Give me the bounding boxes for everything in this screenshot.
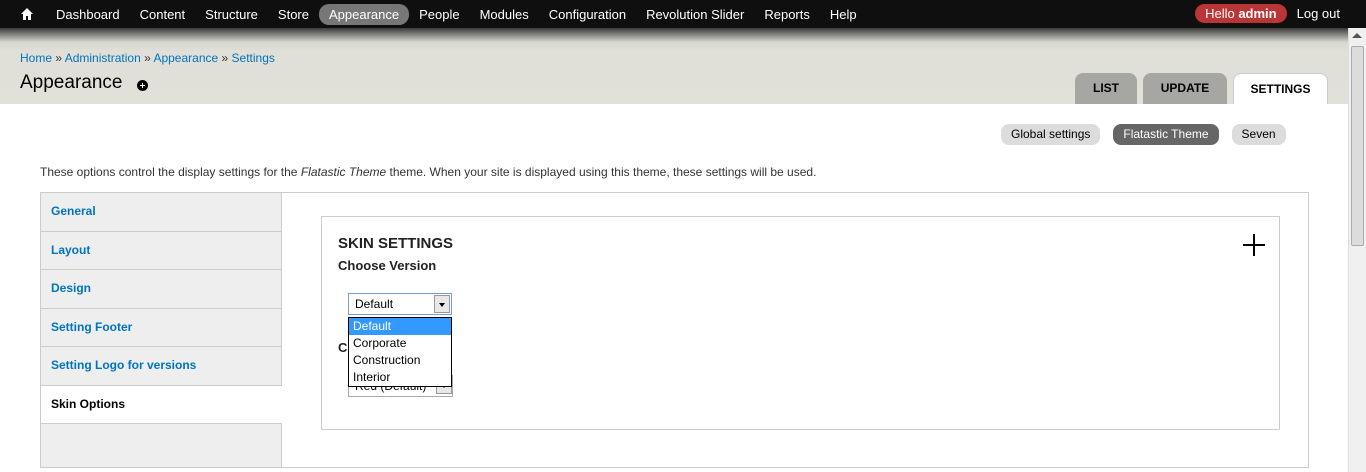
breadcrumb-home[interactable]: Home	[20, 51, 52, 65]
logout-link[interactable]: Log out	[1297, 6, 1340, 21]
version-select-value: Default	[355, 297, 394, 311]
breadcrumb: Home » Administration » Appearance » Set…	[20, 51, 275, 65]
dropdown-option-default[interactable]: Default	[349, 318, 451, 335]
vertical-tab-general[interactable]: General	[41, 193, 281, 232]
tab-update[interactable]: UPDATE	[1143, 73, 1227, 104]
toolbar-user-area: Hello admin Log out	[1195, 4, 1340, 23]
tab-list[interactable]: LIST	[1075, 73, 1137, 104]
secondary-tab-seven[interactable]: Seven	[1231, 124, 1286, 145]
greeting-prefix: Hello	[1205, 6, 1235, 21]
toolbar-item-structure[interactable]: Structure	[195, 4, 268, 25]
vertical-tabs: General Layout Design Setting Footer Set…	[40, 192, 1309, 468]
add-shortcut-icon[interactable]	[137, 80, 148, 91]
vertical-tab-skin-options[interactable]: Skin Options	[41, 385, 282, 424]
intro-text: These options control the display settin…	[40, 165, 816, 179]
admin-toolbar: Dashboard Content Structure Store Appear…	[0, 0, 1366, 28]
secondary-tab-flatastic-theme[interactable]: Flatastic Theme	[1113, 124, 1219, 145]
dropdown-option-interior[interactable]: Interior	[349, 369, 451, 386]
version-select[interactable]: Default	[348, 293, 452, 315]
choose-version-label: Choose Version	[338, 258, 437, 273]
vertical-tabs-list: General Layout Design Setting Footer Set…	[41, 193, 282, 467]
breadcrumb-appearance[interactable]: Appearance	[153, 51, 218, 65]
intro-theme-name: Flatastic Theme	[300, 165, 387, 179]
toolbar-item-store[interactable]: Store	[268, 4, 319, 25]
vertical-tab-setting-logo[interactable]: Setting Logo for versions	[41, 347, 281, 386]
toolbar-item-reports[interactable]: Reports	[754, 4, 820, 25]
version-dropdown-list: Default Corporate Construction Interior	[348, 317, 452, 387]
home-icon[interactable]	[20, 7, 34, 21]
breadcrumb-separator: »	[144, 51, 151, 65]
toolbar-item-content[interactable]: Content	[130, 4, 196, 25]
page-scrollbar[interactable]	[1348, 28, 1366, 472]
toolbar-item-revolution-slider[interactable]: Revolution Slider	[636, 4, 754, 25]
breadcrumb-separator: »	[221, 51, 229, 65]
vertical-tab-layout[interactable]: Layout	[41, 232, 281, 270]
secondary-tab-global-settings[interactable]: Global settings	[1001, 124, 1101, 145]
vertical-tab-setting-footer[interactable]: Setting Footer	[41, 309, 281, 347]
secondary-tabs: Global settings Flatastic Theme Seven	[1001, 124, 1299, 145]
dropdown-option-construction[interactable]: Construction	[349, 352, 451, 369]
fieldset-title[interactable]: SKIN SETTINGS	[338, 235, 453, 252]
breadcrumb-settings[interactable]: Settings	[232, 51, 275, 65]
tab-settings[interactable]: SETTINGS	[1233, 73, 1328, 104]
page-title: Appearance	[20, 72, 123, 93]
vertical-tab-design[interactable]: Design	[41, 270, 281, 309]
toolbar-item-people[interactable]: People	[409, 4, 469, 25]
user-greeting-badge[interactable]: Hello admin	[1195, 4, 1287, 23]
greeting-username: admin	[1238, 6, 1277, 21]
toolbar-item-modules[interactable]: Modules	[470, 4, 539, 25]
toolbar-item-appearance[interactable]: Appearance	[318, 3, 410, 25]
primary-tabs: LIST UPDATE SETTINGS	[1075, 73, 1334, 104]
scrollbar-thumb[interactable]	[1351, 46, 1364, 246]
toolbar-item-dashboard[interactable]: Dashboard	[46, 4, 130, 25]
intro-before: These options control the display settin…	[40, 165, 298, 179]
skin-settings-fieldset: SKIN SETTINGS Choose Version Default C R…	[321, 216, 1280, 430]
breadcrumb-separator: »	[55, 51, 63, 65]
breadcrumb-administration[interactable]: Administration	[65, 51, 141, 65]
toolbar-item-help[interactable]: Help	[820, 4, 867, 25]
intro-after: theme. When your site is displayed using…	[389, 165, 817, 179]
expand-plus-icon[interactable]	[1243, 234, 1265, 256]
chevron-down-icon[interactable]	[434, 295, 450, 313]
dropdown-option-corporate[interactable]: Corporate	[349, 335, 451, 352]
toolbar-item-configuration[interactable]: Configuration	[539, 4, 636, 25]
scroll-up-arrow-icon[interactable]	[1352, 33, 1362, 38]
